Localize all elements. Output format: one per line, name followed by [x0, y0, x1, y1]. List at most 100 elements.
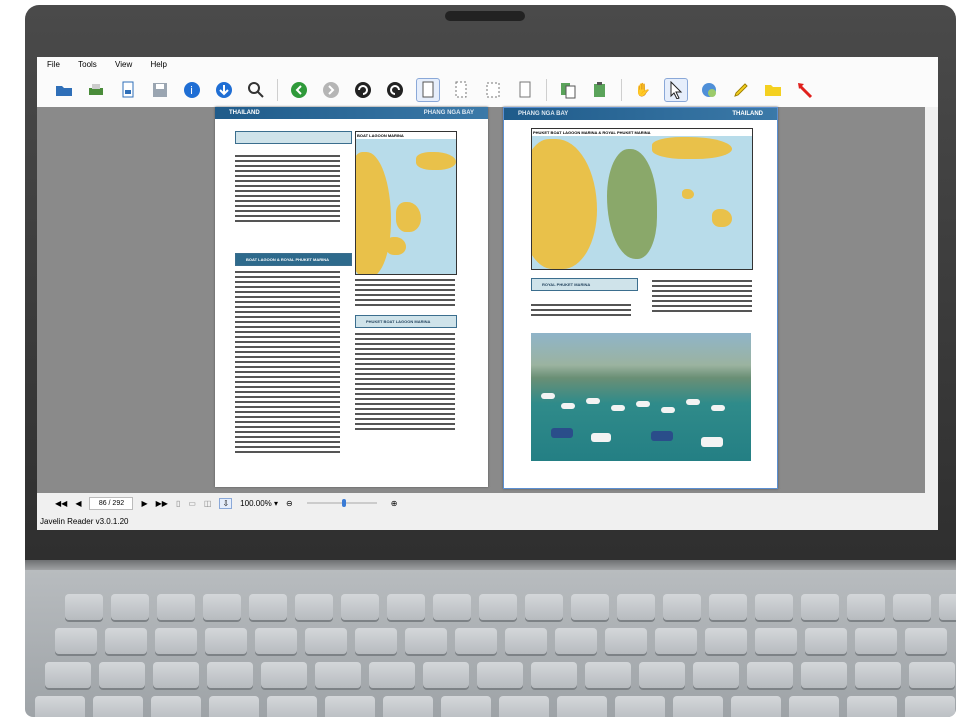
- copy-icon[interactable]: [557, 79, 579, 101]
- single-page-icon[interactable]: [416, 78, 440, 102]
- svg-text:i: i: [190, 84, 193, 97]
- keyboard-key: [157, 594, 195, 620]
- keyboard-key: [525, 594, 563, 620]
- keyboard-key: [65, 594, 103, 620]
- zoom-out-icon[interactable]: ⊖: [286, 499, 293, 508]
- zoom-in-icon[interactable]: ⊕: [391, 499, 398, 508]
- keyboard-key: [441, 696, 491, 717]
- print-icon[interactable]: [85, 79, 107, 101]
- keyboard-key: [99, 662, 145, 688]
- keyboard-key: [479, 594, 517, 620]
- keyboard-key: [209, 696, 259, 717]
- rotate-right-icon[interactable]: [384, 79, 406, 101]
- prev-page-icon[interactable]: ◀: [75, 499, 81, 508]
- search-icon[interactable]: [245, 79, 267, 101]
- keyboard-key: [605, 628, 647, 654]
- keyboard-key: [805, 628, 847, 654]
- laptop-keyboard: [25, 570, 956, 717]
- keyboard-key: [255, 628, 297, 654]
- keyboard-key: [151, 696, 201, 717]
- keyboard-key: [847, 696, 897, 717]
- select-arrow-icon[interactable]: [664, 78, 688, 102]
- view-single-icon[interactable]: ▯: [176, 499, 180, 508]
- keyboard-key: [153, 662, 199, 688]
- export-icon[interactable]: [117, 79, 139, 101]
- keyboard-key: [801, 662, 847, 688]
- keyboard-key: [455, 628, 497, 654]
- keyboard-key: [557, 696, 607, 717]
- keyboard-key: [571, 594, 609, 620]
- keyboard-key: [207, 662, 253, 688]
- keyboard-key: [203, 594, 241, 620]
- highlighter-icon[interactable]: [730, 79, 752, 101]
- menu-tools[interactable]: Tools: [78, 60, 97, 69]
- keyboard-key: [939, 594, 956, 620]
- download-icon[interactable]: [213, 79, 235, 101]
- text-column-right: [355, 279, 455, 309]
- toolbar-separator: [277, 79, 278, 101]
- document-viewer[interactable]: THAILAND PHANG NGA BAY BOAT LAGOON & ROY…: [37, 107, 925, 493]
- page-header-section: PHANG NGA BAY: [518, 111, 569, 117]
- keyboard-key: [855, 628, 897, 654]
- page-header: PHANG NGA BAY THAILAND: [504, 108, 777, 120]
- keyboard-key: [747, 662, 793, 688]
- text-block-right-b: [652, 280, 752, 315]
- keyboard-key: [855, 662, 901, 688]
- back-icon[interactable]: [288, 79, 310, 101]
- text-block-right-a: [531, 304, 631, 319]
- page-header-section: PHANG NGA BAY: [423, 110, 474, 116]
- zoom-slider[interactable]: [306, 499, 377, 507]
- paste-icon[interactable]: [589, 79, 611, 101]
- info-icon[interactable]: i: [181, 79, 203, 101]
- keyboard-key: [801, 594, 839, 620]
- info-box: [235, 131, 352, 144]
- keyboard-key: [663, 594, 701, 620]
- view-facing-icon[interactable]: ◫: [204, 499, 212, 508]
- save-icon[interactable]: [149, 79, 171, 101]
- forward-icon[interactable]: [320, 79, 342, 101]
- keyboard-key: [369, 662, 415, 688]
- box-heading-right: ROYAL PHUKET MARINA: [531, 278, 638, 291]
- page-number-input[interactable]: 86 / 292: [89, 496, 134, 510]
- menu-view[interactable]: View: [115, 60, 132, 69]
- next-page-icon[interactable]: ▶: [141, 499, 147, 508]
- menu-help[interactable]: Help: [150, 60, 166, 69]
- vertical-scrollbar[interactable]: [925, 107, 938, 493]
- webcam: [445, 11, 525, 21]
- menu-file[interactable]: File: [47, 60, 60, 69]
- keyboard-key: [423, 662, 469, 688]
- first-page-icon[interactable]: ◀◀: [55, 499, 67, 508]
- folder-note-icon[interactable]: [762, 79, 784, 101]
- rotate-left-icon[interactable]: [352, 79, 374, 101]
- zoom-globe-icon[interactable]: [698, 79, 720, 101]
- keyboard-key: [105, 628, 147, 654]
- open-folder-icon[interactable]: [53, 79, 75, 101]
- keyboard-key: [387, 594, 425, 620]
- section-heading: BOAT LAGOON & ROYAL PHUKET MARINA: [235, 253, 352, 266]
- page-icon[interactable]: [514, 79, 536, 101]
- last-page-icon[interactable]: ▶▶: [156, 499, 168, 508]
- keyboard-key: [531, 662, 577, 688]
- map-title: PHUKET BOAT LAGOON MARINA & ROYAL PHUKET…: [532, 129, 752, 136]
- keyboard-key: [383, 696, 433, 717]
- arrow-tool-icon[interactable]: [794, 79, 816, 101]
- keyboard-key: [617, 594, 655, 620]
- facing-icon[interactable]: [482, 79, 504, 101]
- zoom-level[interactable]: 100.00% ▾: [240, 499, 278, 508]
- map-title: BOAT LAGOON MARINA: [356, 132, 456, 139]
- view-continuous-icon[interactable]: ▭: [188, 499, 196, 508]
- hand-tool-icon[interactable]: ✋: [632, 79, 654, 101]
- keyboard-key: [555, 628, 597, 654]
- keyboard-key: [155, 628, 197, 654]
- keyboard-key: [305, 628, 347, 654]
- keyboard-key: [585, 662, 631, 688]
- keyboard-key: [35, 696, 85, 717]
- keyboard-key: [45, 662, 91, 688]
- keyboard-key: [789, 696, 839, 717]
- keyboard-key: [893, 594, 931, 620]
- continuous-icon[interactable]: [450, 79, 472, 101]
- keyboard-key: [655, 628, 697, 654]
- keyboard-key: [341, 594, 379, 620]
- download-page-icon[interactable]: ⇩: [219, 497, 233, 509]
- toolbar-separator: [546, 79, 547, 101]
